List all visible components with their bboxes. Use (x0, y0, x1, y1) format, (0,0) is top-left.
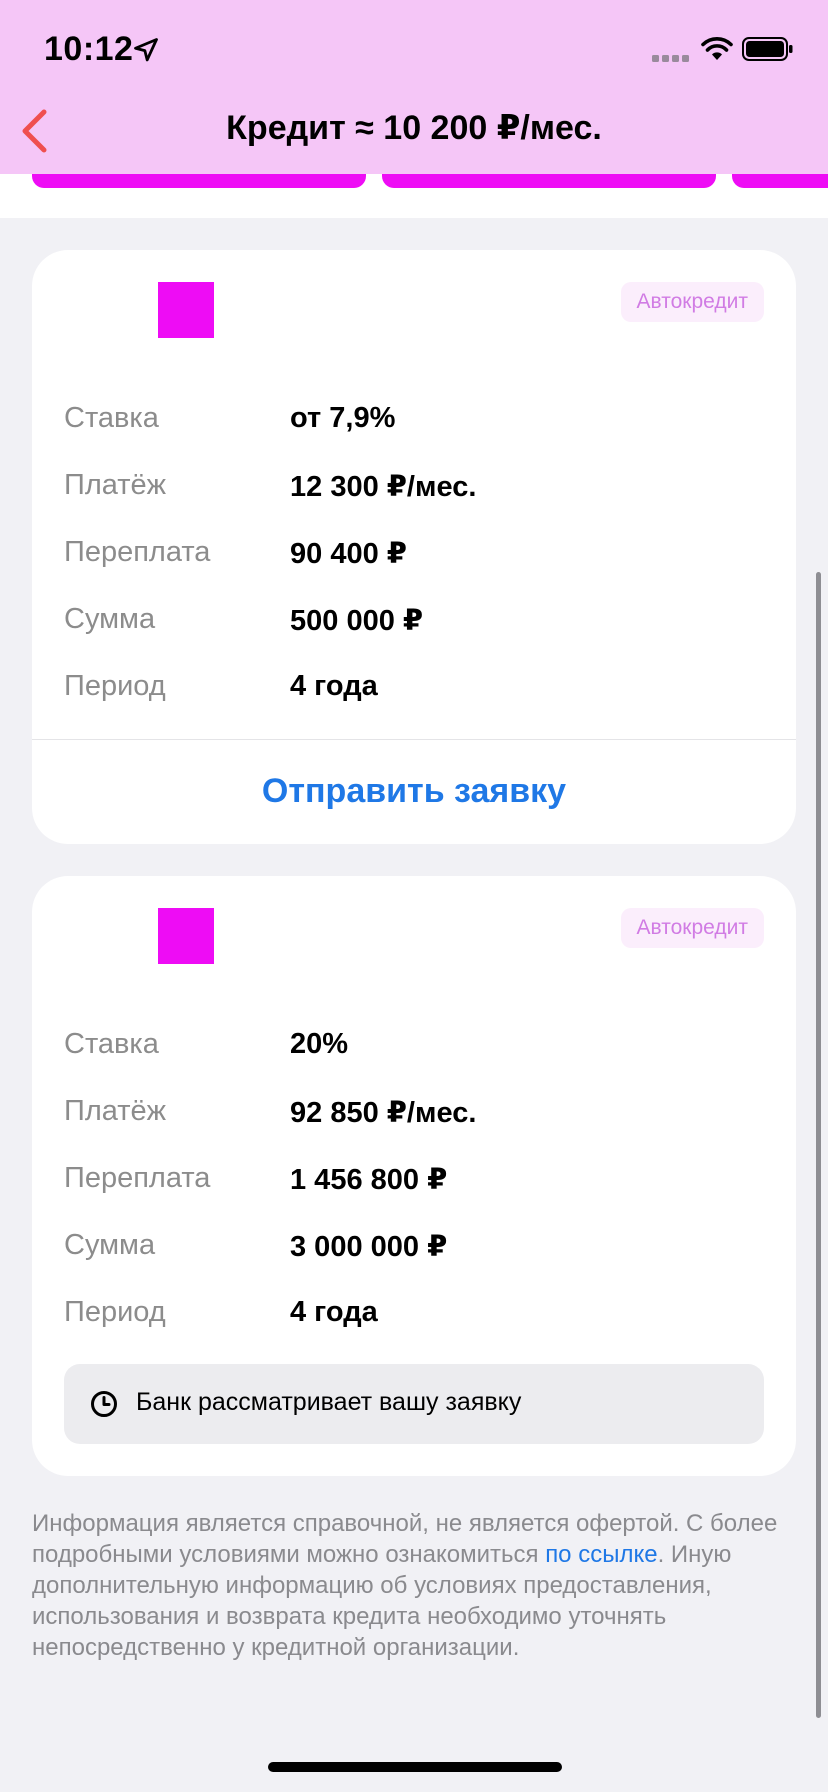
status-time: 10:12 (44, 30, 134, 68)
row-label: Ставка (64, 402, 159, 434)
offer-tab[interactable] (732, 174, 828, 188)
offer-row-rate: Ставка 20% (64, 1028, 764, 1068)
card-divider (32, 739, 796, 740)
page-title: Кредит ≈ 10 200 ₽/мес. (226, 109, 602, 147)
product-badge: Автокредит (620, 282, 764, 322)
row-label: Переплата (64, 1162, 211, 1194)
offer-row-rate: Ставка от 7,9% (64, 402, 764, 442)
row-value: 4 года (290, 670, 378, 702)
row-value: 1 456 800 ₽ (290, 1164, 448, 1196)
row-value: от 7,9% (290, 402, 396, 434)
bank-logo (158, 908, 214, 964)
location-arrow-icon (134, 38, 158, 62)
offer-row-payment: Платёж 12 300 ₽/мес. (64, 469, 764, 509)
offer-row-amount: Сумма 3 000 000 ₽ (64, 1229, 764, 1269)
status-text: Банк рассматривает вашу заявку (136, 1388, 522, 1416)
row-value: 12 300 ₽/мес. (290, 471, 477, 503)
row-label: Платёж (64, 469, 167, 501)
product-badge: Автокредит (620, 908, 764, 948)
screen: 10:12 Кредит ≈ 10 200 ₽/мес. Автокредит … (0, 0, 828, 1792)
row-value: 500 000 ₽ (290, 605, 424, 637)
offer-tab[interactable] (32, 174, 366, 188)
application-status: Банк рассматривает вашу заявку (64, 1364, 764, 1444)
offer-row-payment: Платёж 92 850 ₽/мес. (64, 1095, 764, 1135)
offer-row-period: Период 4 года (64, 670, 764, 710)
row-value: 92 850 ₽/мес. (290, 1097, 477, 1129)
row-value: 20% (290, 1028, 349, 1060)
header: 10:12 Кредит ≈ 10 200 ₽/мес. (0, 0, 828, 174)
offer-row-overpayment: Переплата 1 456 800 ₽ (64, 1162, 764, 1202)
scrollbar[interactable] (816, 572, 821, 1718)
credit-offer-card: Автокредит Ставка 20% Платёж 92 850 ₽/ме… (32, 876, 796, 1476)
credit-offer-card: Автокредит Ставка от 7,9% Платёж 12 300 … (32, 250, 796, 844)
row-label: Сумма (64, 603, 156, 635)
disclaimer: Информация является справочной, не являе… (32, 1508, 796, 1663)
send-application-button[interactable]: Отправить заявку (32, 772, 796, 811)
offer-tabs-strip (0, 174, 828, 218)
row-value: 3 000 000 ₽ (290, 1231, 448, 1263)
row-value: 90 400 ₽ (290, 538, 407, 570)
offer-tab[interactable] (382, 174, 716, 188)
row-label: Платёж (64, 1095, 167, 1127)
row-label: Период (64, 670, 166, 702)
row-label: Сумма (64, 1229, 156, 1261)
offer-row-amount: Сумма 500 000 ₽ (64, 603, 764, 643)
terms-link[interactable]: по ссылке (545, 1541, 657, 1568)
bank-logo (158, 282, 214, 338)
battery-icon (742, 37, 793, 61)
offer-row-overpayment: Переплата 90 400 ₽ (64, 536, 764, 576)
home-indicator[interactable] (268, 1762, 562, 1772)
row-label: Период (64, 1296, 166, 1328)
clock-icon (91, 1391, 117, 1417)
row-label: Переплата (64, 536, 211, 568)
row-label: Ставка (64, 1028, 159, 1060)
row-value: 4 года (290, 1296, 378, 1328)
offer-row-period: Период 4 года (64, 1296, 764, 1336)
signal-icon (652, 55, 689, 62)
wifi-icon (701, 37, 733, 60)
